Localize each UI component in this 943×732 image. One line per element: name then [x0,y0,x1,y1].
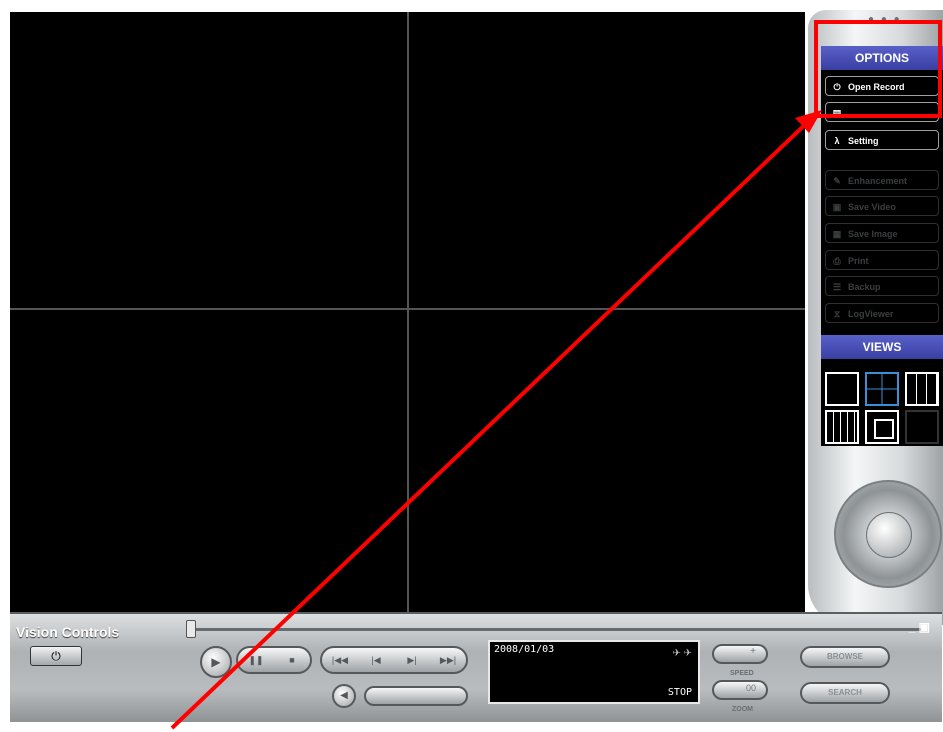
navigation-group: |◀◀ |◀ ▶| ▶▶| [320,646,468,674]
quad-divider-horizontal [10,308,805,310]
backup-button[interactable]: ☰ Backup [825,276,939,296]
volume-slider[interactable] [364,686,468,706]
speed-label: SPEED [730,670,754,677]
logviewer-label: LogViewer [848,309,894,319]
view-3x3-button[interactable] [905,372,939,406]
status-display: 2008/01/03 ✈ ✈ STOP [488,640,700,704]
date-readout: 2008/01/03 [494,644,555,655]
backup-label: Backup [848,282,881,292]
enhancement-button[interactable]: ✎ Enhancement [825,170,939,190]
pip-inner [874,419,894,439]
view-4x4-button[interactable] [825,410,859,444]
power-button[interactable]: ⏻ [30,646,82,666]
printer-icon: ⎙ [833,256,841,266]
minimize-maximize-icons[interactable]: _ ▣ [909,620,930,634]
pause-stop-group: ❚❚ ■ [236,646,312,674]
pen-icon: ✎ [833,176,841,186]
zoom-value: 00 [745,683,756,693]
zoom-control[interactable]: 00 [712,680,768,700]
print-label: Print [848,256,869,266]
prev-frame-button[interactable]: |◀ [358,655,394,666]
log-icon: ⧖ [833,309,841,319]
search-button[interactable]: SEARCH [800,682,890,704]
save-image-button[interactable]: ▦ Save Image [825,223,939,243]
speaker-icon: ◀ [340,690,348,701]
browse-button[interactable]: BROWSE [800,646,890,668]
backup-icon: ☰ [832,282,842,292]
volume-button[interactable]: ◀ [332,684,356,708]
ptz-joystick[interactable] [834,480,942,588]
last-frame-button[interactable]: ▶▶| [430,655,466,666]
video-display-area[interactable] [10,12,805,612]
next-frame-button[interactable]: ▶| [394,655,430,666]
seek-track[interactable] [186,628,926,631]
stop-button[interactable]: ■ [274,655,310,665]
playback-status: STOP [667,687,692,698]
controls-title: Vision Controls [16,624,120,640]
lambda-icon: λ [834,136,840,146]
power-button-icon: ⏻ [51,649,61,663]
view-disabled-button[interactable] [905,410,939,444]
play-icon: ▶ [211,655,221,669]
view-pip-button[interactable] [865,410,899,444]
pause-button[interactable]: ❚❚ [238,655,274,666]
setting-label: Setting [848,136,879,146]
zoom-label: ZOOM [732,706,753,713]
speed-control[interactable]: + [712,644,768,664]
save-video-button[interactable]: ▣ Save Video [825,196,939,216]
save-image-label: Save Image [848,229,898,239]
annotation-highlight-box [814,20,942,118]
browse-label: BROWSE [827,652,863,661]
print-button[interactable]: ⎙ Print [825,250,939,270]
quad-divider-vertical [407,12,409,612]
image-icon: ▦ [832,229,842,239]
play-button[interactable]: ▶ [200,646,232,678]
first-frame-button[interactable]: |◀◀ [322,655,358,666]
joystick-center[interactable] [866,512,912,558]
view-2x2-button[interactable] [865,372,899,406]
seek-thumb[interactable] [186,620,196,638]
save-video-label: Save Video [848,202,896,212]
view-1x1-button[interactable] [825,372,859,406]
search-label: SEARCH [828,688,862,697]
view-layout-grid [823,370,941,444]
setting-button[interactable]: λ Setting [825,130,939,150]
speed-plus[interactable]: + [750,646,756,657]
vision-controls-bar: Vision Controls ⏻ _ ▣ ▶ ❚❚ ■ |◀◀ |◀ ▶| ▶… [10,612,942,722]
enhancement-label: Enhancement [848,176,908,186]
logviewer-button[interactable]: ⧖ LogViewer [825,303,939,323]
video-icon: ▣ [832,202,842,212]
connection-icons: ✈ ✈ [672,648,692,659]
views-header: VIEWS [821,335,943,359]
